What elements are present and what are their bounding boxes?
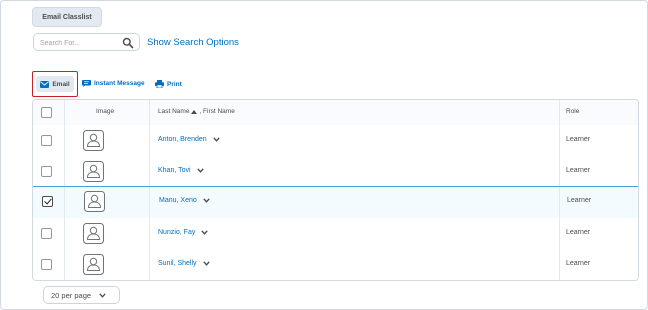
per-page-value: 20 per page: [51, 290, 92, 300]
email-button[interactable]: Email: [36, 76, 74, 92]
user-name-link[interactable]: Manu, Xeno: [159, 197, 210, 204]
row-checkbox[interactable]: [41, 135, 52, 146]
last-name-sort-link[interactable]: Last Name: [158, 108, 189, 115]
search-input[interactable]: [40, 37, 120, 49]
chevron-down-icon[interactable]: [202, 261, 210, 266]
user-avatar-icon: [83, 254, 104, 275]
chat-bubble-icon: [82, 80, 91, 87]
table-row-selected: Manu, Xeno Learner: [33, 186, 638, 219]
user-name-link[interactable]: Anton, Brenden: [158, 136, 220, 143]
printer-icon: [155, 80, 164, 88]
user-avatar-icon: [84, 191, 105, 212]
table-row: Khan, Tovi Learner: [33, 156, 638, 188]
chevron-down-icon[interactable]: [203, 198, 210, 203]
chevron-down-icon[interactable]: [212, 137, 220, 142]
per-page-select[interactable]: 20 per page: [43, 286, 120, 304]
search-box: [33, 33, 140, 51]
table-row: Sunil, Shelly Learner: [33, 249, 638, 280]
role-cell: Learner: [567, 197, 592, 204]
email-classlist-button[interactable]: Email Classlist: [32, 7, 102, 27]
role-column-header: Role: [566, 108, 580, 115]
user-avatar-icon: [83, 161, 104, 182]
user-name-link[interactable]: Khan, Tovi: [158, 167, 204, 174]
print-button[interactable]: Print: [155, 80, 182, 88]
row-checkbox[interactable]: [41, 166, 52, 177]
table-row: Nunzio, Fay Learner: [33, 218, 638, 250]
chevron-down-icon[interactable]: [196, 168, 204, 173]
user-name-link[interactable]: Sunil, Shelly: [158, 260, 210, 267]
name-column-header[interactable]: Last Name , First Name: [158, 108, 235, 115]
sort-ascending-icon: [191, 109, 198, 114]
row-checkbox-checked[interactable]: [42, 196, 53, 207]
print-label: Print: [167, 80, 182, 88]
role-cell: Learner: [566, 136, 591, 143]
chevron-down-icon[interactable]: [201, 230, 209, 235]
first-name-sort-link[interactable]: , First Name: [199, 108, 234, 115]
role-cell: Learner: [566, 167, 591, 174]
instant-message-label: Instant Message: [94, 80, 145, 87]
search-icon[interactable]: [122, 37, 134, 49]
role-cell: Learner: [566, 229, 591, 236]
chevron-down-icon: [99, 292, 106, 298]
user-avatar-icon: [83, 223, 104, 244]
role-cell: Learner: [566, 260, 591, 267]
envelope-icon: [40, 80, 50, 88]
show-search-options-link[interactable]: Show Search Options: [147, 37, 239, 48]
email-button-label: Email: [52, 80, 70, 88]
user-name-link[interactable]: Nunzio, Fay: [158, 229, 209, 236]
row-checkbox[interactable]: [41, 259, 52, 270]
user-avatar-icon: [83, 130, 104, 151]
select-all-checkbox[interactable]: [41, 107, 52, 118]
table-header: Image Last Name , First Name Role: [33, 100, 638, 126]
instant-message-button[interactable]: Instant Message: [82, 80, 145, 87]
table-row: Anton, Brenden Learner: [33, 125, 638, 157]
row-checkbox[interactable]: [41, 228, 52, 239]
image-column-header: Image: [96, 108, 115, 115]
classlist-table: Image Last Name , First Name Role Anton,…: [32, 99, 639, 281]
